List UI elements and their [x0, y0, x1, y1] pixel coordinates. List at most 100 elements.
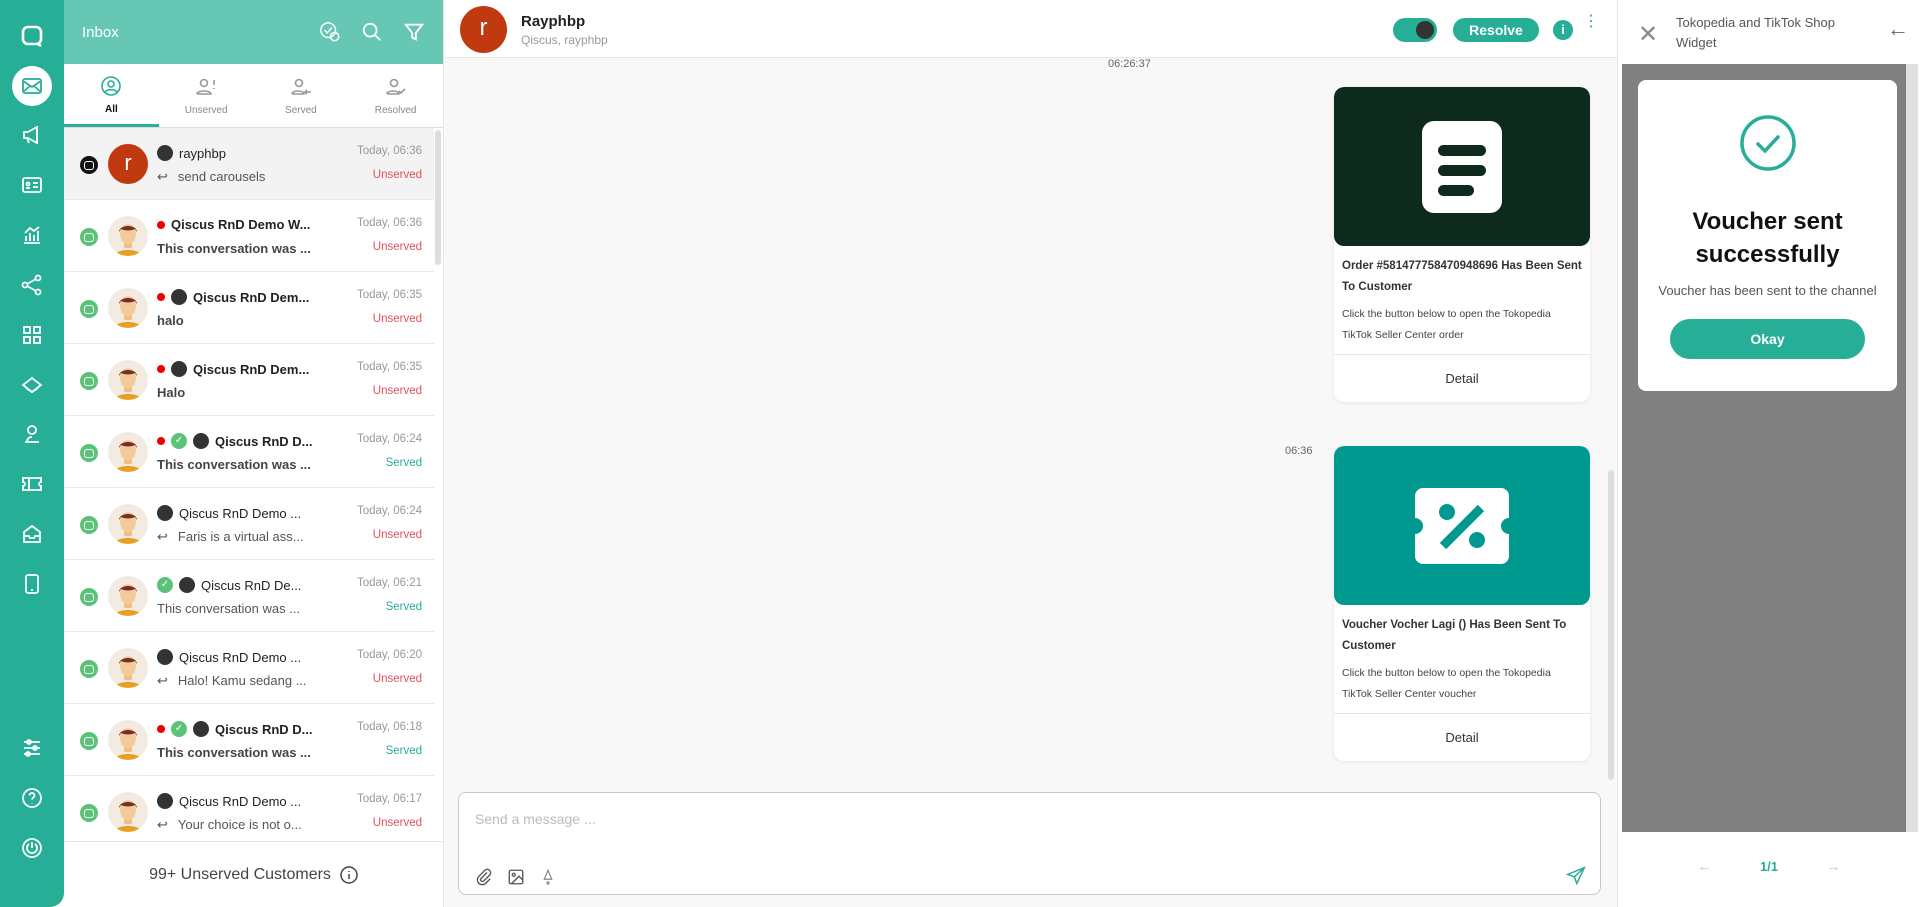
contact-name: Qiscus RnD Demo ...: [179, 649, 302, 665]
card-title: Order #581477758470948696 Has Been Sent …: [1342, 260, 1582, 293]
tab-resolved[interactable]: Resolved: [348, 64, 443, 127]
bot-icon[interactable]: [12, 365, 52, 405]
unserved-footer: 99+ Unserved Customers: [64, 841, 444, 907]
avatar: r: [460, 6, 507, 53]
settings-sliders-icon[interactable]: [12, 728, 52, 768]
conversation-item[interactable]: Qiscus RnD Demo W... This conversation wa…: [64, 200, 434, 272]
inbox-panel: Inbox All Unserved Served Resolved r rayphbp…: [64, 0, 444, 907]
conversation-item[interactable]: Qiscus RnD Demo ... ↩ Your choice is not o…: [64, 776, 434, 840]
card-description: Click the button below to open the Tokop…: [1342, 667, 1551, 700]
send-icon[interactable]: [1566, 866, 1586, 886]
tab-unserved[interactable]: Unserved: [159, 64, 254, 127]
message-timestamp: 06:26:37: [1108, 58, 1151, 70]
avatar-illustration: [114, 656, 142, 688]
avatar-illustration: [114, 368, 142, 400]
conversation-item[interactable]: r rayphbp ↩ send carousels Today, 06:36 Unser…: [64, 128, 434, 200]
status-label: Unserved: [372, 385, 422, 397]
page-indicator: 1/1: [1759, 859, 1779, 874]
bot-icon: [157, 145, 173, 161]
search-icon[interactable]: [361, 21, 383, 43]
analytics-icon[interactable]: [12, 215, 52, 255]
message-preview: Your choice is not o...: [177, 817, 302, 832]
filter-icon[interactable]: [403, 21, 425, 43]
conversation-item[interactable]: ✓ Qiscus RnD D... This conversation was ..…: [64, 704, 434, 776]
conversation-item[interactable]: Qiscus RnD Dem... Halo Today, 06:35 Unserve…: [64, 344, 434, 416]
resolve-button[interactable]: Resolve: [1453, 18, 1539, 42]
apps-icon[interactable]: [12, 315, 52, 355]
status-label: Unserved: [372, 529, 422, 541]
message-preview: This conversation was ...: [157, 745, 311, 760]
reply-icon: ↩: [157, 169, 168, 184]
message-preview: This conversation was ...: [157, 241, 311, 256]
contact-name: Qiscus RnD Demo ...: [179, 793, 302, 809]
message-timestamp: 06:36: [1285, 445, 1313, 457]
inbox-box-icon[interactable]: [12, 514, 52, 554]
contacts-icon[interactable]: [12, 165, 52, 205]
help-icon[interactable]: [12, 778, 52, 818]
timestamp: Today, 06:36: [356, 145, 422, 157]
timestamp: Today, 06:18: [356, 721, 422, 733]
avatar: r: [108, 144, 148, 184]
timestamp: Today, 06:24: [356, 505, 422, 517]
campaign-icon[interactable]: [12, 115, 52, 155]
template-icon[interactable]: [539, 868, 557, 886]
inbox-title: Inbox: [82, 23, 119, 41]
all-tab-icon: [101, 75, 122, 96]
prev-arrow-icon[interactable]: ←: [1697, 858, 1712, 875]
conversation-item[interactable]: Qiscus RnD Demo ... ↩ Halo! Kamu sedang ..…: [64, 632, 434, 704]
back-arrow-icon[interactable]: ←: [1887, 16, 1909, 42]
ticket-icon[interactable]: [12, 464, 52, 504]
message-input[interactable]: Send a message ...: [458, 792, 1601, 895]
tab-all[interactable]: All: [64, 64, 159, 127]
inbox-icon[interactable]: [12, 66, 52, 106]
chat-header: r Rayphbp Qiscus, rayphbp Resolve i ⋮: [445, 0, 1617, 58]
qiscus-channel-icon: [80, 444, 98, 462]
conversation-item[interactable]: Qiscus RnD Demo ... ↩ Faris is a virtual a…: [64, 488, 434, 560]
mobile-icon[interactable]: [12, 564, 52, 604]
qiscus-logo-icon[interactable]: [12, 16, 52, 56]
bot-icon: [171, 289, 187, 305]
contact-name: Qiscus RnD D...: [215, 721, 313, 737]
tab-served[interactable]: Served: [254, 64, 349, 127]
contact-name: Qiscus RnD Demo ...: [179, 505, 302, 521]
okay-button[interactable]: Okay: [1670, 319, 1865, 359]
avatar-illustration: [114, 728, 142, 760]
list-scrollbar[interactable]: [435, 130, 441, 265]
agent-icon[interactable]: [12, 414, 52, 454]
inbox-header: Inbox: [64, 0, 443, 64]
avatar: [108, 432, 148, 472]
close-icon[interactable]: ✕: [1638, 20, 1658, 49]
avatar-illustration: [114, 800, 142, 832]
bot-icon: [171, 361, 187, 377]
image-icon[interactable]: [507, 868, 525, 886]
chat-scrollbar[interactable]: [1608, 470, 1614, 780]
reply-icon: ↩: [157, 673, 168, 688]
widget-scrollbar[interactable]: [1906, 64, 1918, 832]
bot-icon: [157, 505, 173, 521]
info-icon[interactable]: [339, 865, 359, 885]
qiscus-channel-icon: [80, 660, 98, 678]
bot-toggle[interactable]: [1393, 18, 1437, 42]
avatar: [108, 360, 148, 400]
conversation-list[interactable]: r rayphbp ↩ send carousels Today, 06:36 Unser…: [64, 128, 434, 840]
message-preview: halo: [157, 313, 184, 328]
timestamp: Today, 06:35: [356, 289, 422, 301]
attachment-icon[interactable]: [475, 868, 493, 886]
bot-icon: [157, 649, 173, 665]
conversation-item[interactable]: Qiscus RnD Dem... halo Today, 06:35 Unserve…: [64, 272, 434, 344]
next-arrow-icon[interactable]: →: [1826, 858, 1841, 875]
whatsapp-check-icon[interactable]: [319, 21, 341, 43]
detail-button[interactable]: Detail: [1334, 713, 1590, 761]
tiktok-channel-icon: [80, 156, 98, 174]
power-icon[interactable]: [12, 828, 52, 868]
conversation-item[interactable]: ✓ Qiscus RnD De... This conversation was .…: [64, 560, 434, 632]
integration-icon[interactable]: [12, 265, 52, 305]
avatar: [108, 288, 148, 328]
info-button[interactable]: i: [1553, 20, 1573, 40]
detail-button[interactable]: Detail: [1334, 354, 1590, 402]
more-menu-icon[interactable]: ⋮: [1583, 14, 1599, 30]
conversation-item[interactable]: ✓ Qiscus RnD D... This conversation was ..…: [64, 416, 434, 488]
inbox-tabs: All Unserved Served Resolved: [64, 64, 443, 128]
timestamp: Today, 06:21: [356, 577, 422, 589]
timestamp: Today, 06:36: [356, 217, 422, 229]
